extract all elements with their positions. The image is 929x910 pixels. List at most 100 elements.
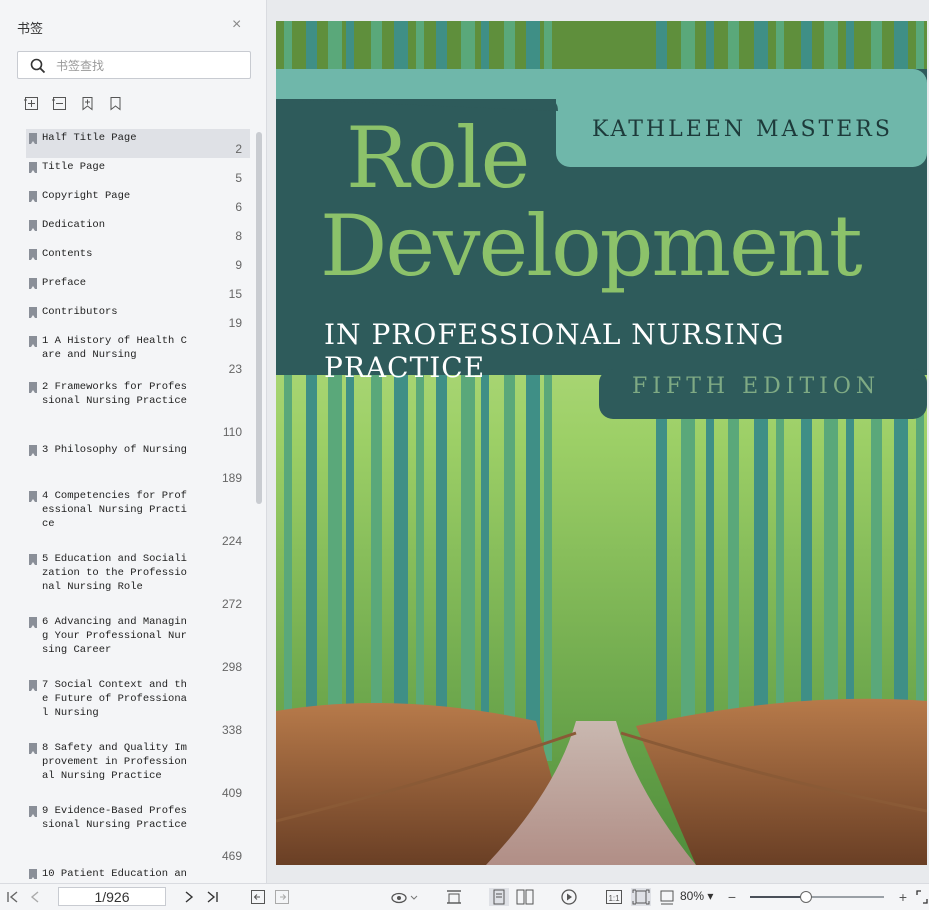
bookmark-label: Title Page <box>42 161 106 173</box>
bookmark-item[interactable]: ▶9 Evidence-Based Professional Nursing P… <box>26 802 250 865</box>
bookmark-item[interactable]: ▶7 Social Context and the Future of Prof… <box>26 676 250 739</box>
bookmark-label: 5 Education and Socialization to the Pro… <box>42 553 187 593</box>
bookmark-item[interactable]: ▶6 Advancing and Managing Your Professio… <box>26 613 250 676</box>
bookmark-page-number: 2 <box>235 142 242 156</box>
bookmark-scrollbar[interactable] <box>256 132 262 880</box>
bookmark-item[interactable]: ▶3 Philosophy of Nursing189 <box>26 441 250 487</box>
bookmark-page-number: 469 <box>221 849 242 863</box>
double-page-icon[interactable] <box>515 888 535 906</box>
bookmark-page-number: 110 <box>222 425 242 439</box>
bookmark-search[interactable] <box>17 51 251 79</box>
bookmark-flag-icon <box>29 806 37 817</box>
zoom-level[interactable]: 80% ▾ <box>680 889 713 903</box>
back-icon[interactable] <box>250 888 266 906</box>
bookmark-item[interactable]: Half Title Page 2 <box>26 129 250 158</box>
bookmark-page-number: 23 <box>228 362 242 376</box>
single-page-icon[interactable] <box>489 888 509 906</box>
bookmark-page-number: 298 <box>221 660 242 674</box>
bookmark-label: Contributors <box>42 306 118 318</box>
svg-text:1:1: 1:1 <box>608 894 620 903</box>
actual-size-icon[interactable]: 1:1 <box>605 888 623 906</box>
zoom-slider-fill <box>750 896 807 898</box>
cover-edition: FIFTH EDITION <box>632 374 881 399</box>
zoom-value: 80% <box>680 889 705 903</box>
bookmark-item[interactable]: Copyright Page 6 <box>26 187 250 216</box>
bookmark-flag-icon <box>29 336 37 347</box>
bookmark-item[interactable]: Preface 15 <box>26 274 250 303</box>
fit-page-icon[interactable] <box>631 888 651 906</box>
bookmark-flag-icon <box>29 382 37 393</box>
zoom-mode-icon[interactable] <box>658 888 676 906</box>
bookmark-item[interactable]: Contributors 19 <box>26 303 250 332</box>
zoom-in-button[interactable]: + <box>896 888 910 906</box>
bookmark-flag-icon <box>29 162 37 173</box>
scrollbar-thumb[interactable] <box>256 132 262 504</box>
bookmark-page-number: 338 <box>221 723 242 737</box>
bookmark-panel: 书签 × Half Title Page 2 Title Page 5 Copyrigh… <box>0 0 267 883</box>
zoom-slider-handle[interactable] <box>800 891 813 903</box>
play-icon[interactable] <box>560 888 578 906</box>
bookmark-flag-icon <box>29 617 37 628</box>
bookmark-page-number: 272 <box>221 597 242 611</box>
bookmark-flag-icon <box>29 743 37 754</box>
close-icon[interactable]: × <box>232 17 241 33</box>
bottom-toolbar: 1:1 80% ▾ − + <box>0 883 929 910</box>
search-icon <box>30 58 46 74</box>
fullscreen-icon[interactable] <box>916 888 928 906</box>
bookmark-search-input[interactable] <box>54 56 248 76</box>
first-page-icon[interactable] <box>6 888 20 906</box>
bookmark-label: Preface <box>42 277 87 289</box>
bookmark-label: 6 Advancing and Managing Your Profession… <box>42 616 187 656</box>
bookmark-item[interactable]: ▶10 Patient Education and Patient-Center… <box>26 865 250 879</box>
bookmark-item[interactable]: Contents 9 <box>26 245 250 274</box>
document-view[interactable]: KATHLEEN MASTERS Role Development IN PRO… <box>267 0 929 883</box>
bookmark-flag-icon <box>29 307 37 318</box>
bookmark-page-number: 8 <box>235 229 242 243</box>
bookmark-flag-icon <box>29 491 37 502</box>
bookmark-label: Contents <box>42 248 93 260</box>
bookmark-item[interactable]: ▶5 Education and Socialization to the Pr… <box>26 550 250 613</box>
bookmark-label: 7 Social Context and the Future of Profe… <box>42 679 187 719</box>
bookmark-page-number: 224 <box>221 534 242 548</box>
bookmark-item[interactable]: ▶2 Frameworks for Professional Nursing P… <box>26 378 250 441</box>
cover-title-line1: Role <box>346 109 530 207</box>
page-number-input[interactable] <box>58 887 166 906</box>
bookmark-item[interactable]: ▶4 Competencies for Professional Nursing… <box>26 487 250 550</box>
bookmark-page-number: 6 <box>235 200 242 214</box>
previous-page-icon[interactable] <box>28 888 42 906</box>
bookmark-item[interactable]: Dedication 8 <box>26 216 250 245</box>
bookmark-flag-icon <box>29 445 37 456</box>
last-page-icon[interactable] <box>205 888 219 906</box>
bookmark-label: Copyright Page <box>42 190 131 202</box>
bookmark-flag-icon <box>29 249 37 260</box>
cover-title-line2: Development <box>320 197 863 295</box>
forward-icon[interactable] <box>274 888 290 906</box>
bookmark-page-number: 189 <box>221 471 242 485</box>
zoom-slider[interactable] <box>750 891 884 903</box>
bookmark-page-number: 9 <box>235 258 242 272</box>
bookmark-item[interactable]: ▶1 A History of Health Care and Nursing2… <box>26 332 250 378</box>
cover-author: KATHLEEN MASTERS <box>592 117 893 142</box>
eye-care-icon[interactable] <box>390 888 418 906</box>
bookmark-item[interactable]: ▶8 Safety and Quality Improvement in Pro… <box>26 739 250 802</box>
bookmark-flag-icon <box>29 869 37 879</box>
zoom-out-button[interactable]: − <box>726 888 738 906</box>
bookmark-icon[interactable] <box>108 96 123 111</box>
bookmark-label: 2 Frameworks for Professional Nursing Pr… <box>42 381 187 407</box>
panel-title: 书签 <box>17 21 44 36</box>
bookmark-flag-icon <box>29 554 37 565</box>
bookmark-page-number: 409 <box>221 786 242 800</box>
bookmark-item[interactable]: Title Page 5 <box>26 158 250 187</box>
bookmark-label: 3 Philosophy of Nursing <box>42 444 187 456</box>
add-bookmark-icon[interactable] <box>80 96 95 111</box>
fit-width-icon[interactable] <box>445 888 463 906</box>
bookmark-label: 9 Evidence-Based Professional Nursing Pr… <box>42 805 187 831</box>
cover-page: KATHLEEN MASTERS Role Development IN PRO… <box>276 21 927 865</box>
bookmark-page-number: 15 <box>228 287 242 301</box>
next-page-icon[interactable] <box>182 888 196 906</box>
collapse-all-icon[interactable] <box>52 96 67 111</box>
bookmark-flag-icon <box>29 133 37 144</box>
expand-all-icon[interactable] <box>24 96 39 111</box>
bookmark-label: 1 A History of Health Care and Nursing <box>42 335 187 361</box>
bookmark-list: Half Title Page 2 Title Page 5 Copyright Pag… <box>26 129 252 879</box>
